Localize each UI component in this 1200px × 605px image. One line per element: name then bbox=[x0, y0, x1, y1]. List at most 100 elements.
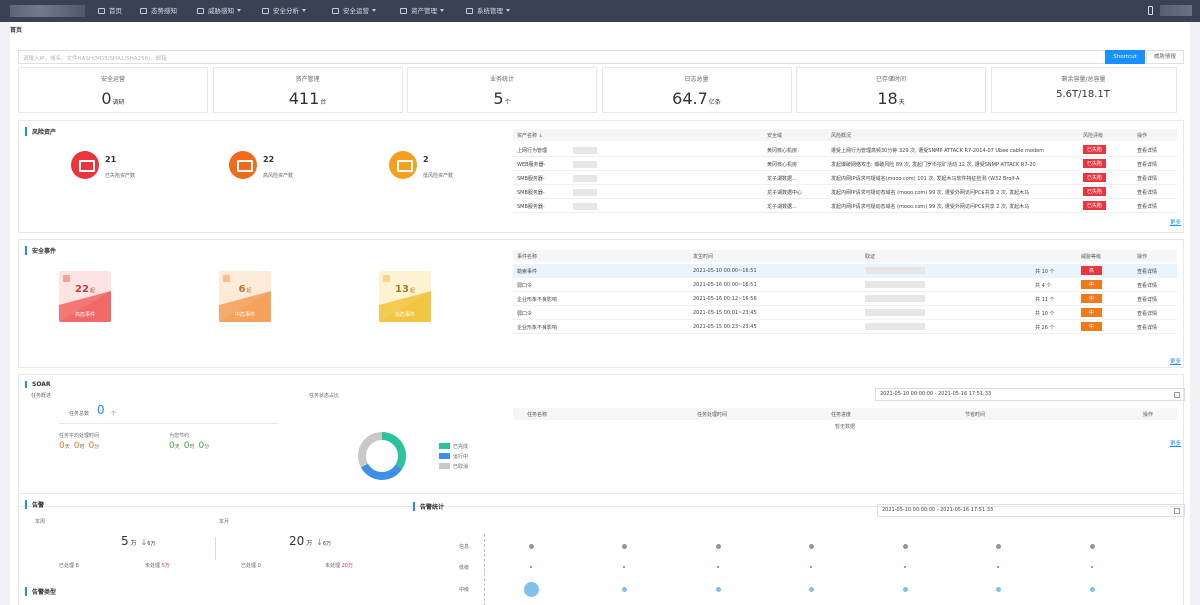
table-row: WEB服务器- 黄冈核心机房 发起爆破网络攻击: 爆破风险 89 次, 发起门罗… bbox=[513, 157, 1177, 171]
row-label: 低级 bbox=[459, 565, 470, 571]
event-count: 22起 bbox=[75, 284, 95, 295]
calendar-icon bbox=[1174, 392, 1180, 398]
nav-item[interactable]: 态势感知 bbox=[140, 0, 177, 22]
soar-date-range[interactable]: 2021-05-10 00:00:00 - 2021-05-16 17:51:3… bbox=[875, 388, 1185, 401]
threat-level-badge: 中 bbox=[1081, 294, 1103, 303]
task-status-donut bbox=[358, 432, 406, 480]
bubble-point bbox=[808, 543, 814, 549]
stat-label: 已存储时间 bbox=[875, 76, 906, 83]
nav-item[interactable]: 安全分析 bbox=[262, 0, 306, 22]
col-header: 任务名称 bbox=[527, 412, 548, 418]
main-content: 首页 请输入IP、域名、文件HASH(MD5/SHA1/SHA256)、邮箱 S… bbox=[10, 22, 1190, 605]
nav-item[interactable]: 系统管理 bbox=[466, 0, 510, 22]
view-details-link[interactable]: 查看详情 bbox=[1137, 310, 1157, 317]
risk-overview: 发起内网IP请求可疑域名(mooo.com) 101 次, 发起木马软件特征检测… bbox=[831, 176, 1020, 182]
row-label: 中级 bbox=[459, 587, 470, 593]
bubble-point bbox=[1090, 565, 1094, 569]
checkbox-icon bbox=[383, 275, 390, 282]
week-handled: 已处理 8 bbox=[59, 563, 79, 569]
view-details-link[interactable]: 查看详情 bbox=[1137, 296, 1157, 303]
monitor-icon bbox=[389, 151, 417, 179]
view-details-link[interactable]: 查看详情 bbox=[1137, 175, 1157, 182]
monitor-icon bbox=[229, 151, 257, 179]
axis-line bbox=[484, 534, 485, 605]
risk-count: 21 bbox=[105, 155, 117, 164]
chevron-down-icon bbox=[506, 9, 510, 12]
evidence-count: 共 10 个 bbox=[1035, 269, 1055, 275]
divider bbox=[59, 423, 279, 424]
nav-item[interactable]: 首页 bbox=[98, 0, 122, 22]
stat-card: 剩余容量/总容量 5.6T/18.1T bbox=[990, 67, 1177, 113]
table-row: 上网行为管理 黄冈核心机房 遭受上网行为管理高频30分钟 329 次, 遭受SN… bbox=[513, 143, 1177, 157]
event-card[interactable]: 6起 中危事件 bbox=[219, 271, 271, 322]
view-details-link[interactable]: 查看详情 bbox=[1137, 189, 1157, 196]
security-events-table: 事件名称 发生时间 取证 威胁等级 操作 勒索事件 2021-05-10 00:… bbox=[513, 250, 1177, 336]
stat-value: 64.7亿条 bbox=[672, 89, 721, 108]
table-row: SMB服务器- 龙子湖数据... 发起内网IP请求可疑动态域名 (mooo.co… bbox=[513, 199, 1177, 213]
risk-label: 低风险资产数 bbox=[423, 173, 454, 179]
shortcut-button[interactable]: Shortcut bbox=[1105, 50, 1145, 64]
security-domain: 龙子湖数据中心 bbox=[767, 190, 803, 196]
mobile-icon[interactable] bbox=[1148, 6, 1153, 15]
event-label: 高危事件 bbox=[74, 312, 95, 318]
table-header: 资产名称 ↓ 安全域 风险概况 风险评级 操作 bbox=[513, 129, 1177, 141]
risk-level-badge: 已失陷 bbox=[1083, 173, 1107, 182]
gear-icon bbox=[400, 8, 407, 14]
risk-overview: 发起爆破网络攻击: 爆破风险 89 次, 发起门罗币挖矿活动 12 次, 遭受S… bbox=[831, 162, 1036, 168]
month-alert-count: 20 万 ↓6万 bbox=[289, 534, 332, 548]
panel-title: 安全事件 bbox=[25, 246, 56, 255]
more-link[interactable]: 更多 bbox=[1170, 357, 1181, 365]
table-row: 企业形象不良影响 2021-05-16 00:12~16:56 共 11 个 中… bbox=[513, 292, 1177, 306]
risk-count: 2 bbox=[423, 155, 429, 164]
col-header: 风险评级 bbox=[1083, 133, 1104, 139]
view-details-link[interactable]: 查看详情 bbox=[1137, 203, 1157, 210]
month-handled: 已处理 0 bbox=[241, 563, 261, 569]
event-time: 2021-05-10 00:00~16:51 bbox=[693, 268, 757, 274]
search-input[interactable]: 请输入IP、域名、文件HASH(MD5/SHA1/SHA256)、邮箱 bbox=[18, 50, 1106, 64]
nav-item[interactable]: 安全运营 bbox=[332, 0, 376, 22]
bubble-point bbox=[523, 581, 539, 597]
redacted bbox=[573, 147, 597, 154]
legend-swatch bbox=[439, 453, 450, 459]
event-card[interactable]: 13起 低危事件 bbox=[379, 271, 431, 322]
time-unit: 时 bbox=[189, 444, 195, 450]
risk-assets-table: 资产名称 ↓ 安全域 风险概况 风险评级 操作 上网行为管理 黄冈核心机房 遭受… bbox=[513, 129, 1177, 217]
table-row: 勒索事件 2021-05-10 00:00~16:51 共 10 个 高 查看详… bbox=[513, 264, 1177, 278]
user-menu[interactable] bbox=[1160, 5, 1192, 16]
threat-intel-button[interactable]: 威胁情报 bbox=[1146, 50, 1184, 64]
security-domain: 黄冈核心机房 bbox=[767, 148, 798, 154]
event-count: 13起 bbox=[395, 284, 415, 295]
nav-item[interactable]: 资产管理 bbox=[400, 0, 444, 22]
view-details-link[interactable]: 查看详情 bbox=[1137, 324, 1157, 331]
evidence-count: 共 26 个 bbox=[1035, 325, 1055, 331]
more-link[interactable]: 更多 bbox=[1170, 439, 1181, 447]
view-details-link[interactable]: 查看详情 bbox=[1137, 282, 1157, 289]
redacted bbox=[573, 175, 597, 182]
settings-icon bbox=[466, 8, 473, 14]
week-alert-count: 5万 ↓6万 bbox=[121, 534, 156, 548]
nav-item[interactable]: 威胁感知 bbox=[197, 0, 241, 22]
arrow-down-icon: ↓ bbox=[316, 538, 323, 547]
stat-label: 剩余容量/总容量 bbox=[1061, 76, 1106, 83]
chevron-down-icon bbox=[440, 9, 444, 12]
stat-card: 已存储时间 18天 bbox=[796, 67, 986, 113]
search-placeholder: 请输入IP、域名、文件HASH(MD5/SHA1/SHA256)、邮箱 bbox=[23, 56, 167, 62]
bubble-point bbox=[902, 586, 908, 592]
view-details-link[interactable]: 查看详情 bbox=[1137, 161, 1157, 168]
view-details-link[interactable]: 查看详情 bbox=[1137, 268, 1157, 275]
date-range-text: 2021-05-10 00:00:00 - 2021-05-16 17:51:3… bbox=[882, 507, 994, 513]
table-row: 弱口令 2021-05-16 00:00~16:51 共 4 个 中 查看详情 bbox=[513, 278, 1177, 292]
soar-panel: SOAR 任务概述 任务总数 0 个 任务平均处理时间 0天 0时 0分 为您节约 … bbox=[18, 374, 1185, 507]
legend-item: 运行中 bbox=[439, 453, 468, 460]
event-card[interactable]: 22起 高危事件 bbox=[59, 271, 111, 322]
stat-label: 业务统计 bbox=[489, 76, 514, 83]
col-header[interactable]: 资产名称 ↓ bbox=[517, 132, 543, 139]
stat-value: 0调研 bbox=[101, 89, 125, 108]
stat-card: 业务统计 5个 bbox=[407, 67, 597, 113]
alert-date-range[interactable]: 2021-05-10 00:00:00 - 2021-05-16 17:51:3… bbox=[877, 504, 1185, 517]
redacted bbox=[865, 295, 925, 302]
week-unhandled: 未处理 5万 bbox=[145, 563, 170, 569]
event-name: 弱口令 bbox=[517, 283, 533, 289]
more-link[interactable]: 更多 bbox=[1170, 218, 1181, 226]
view-details-link[interactable]: 查看详情 bbox=[1137, 147, 1157, 154]
